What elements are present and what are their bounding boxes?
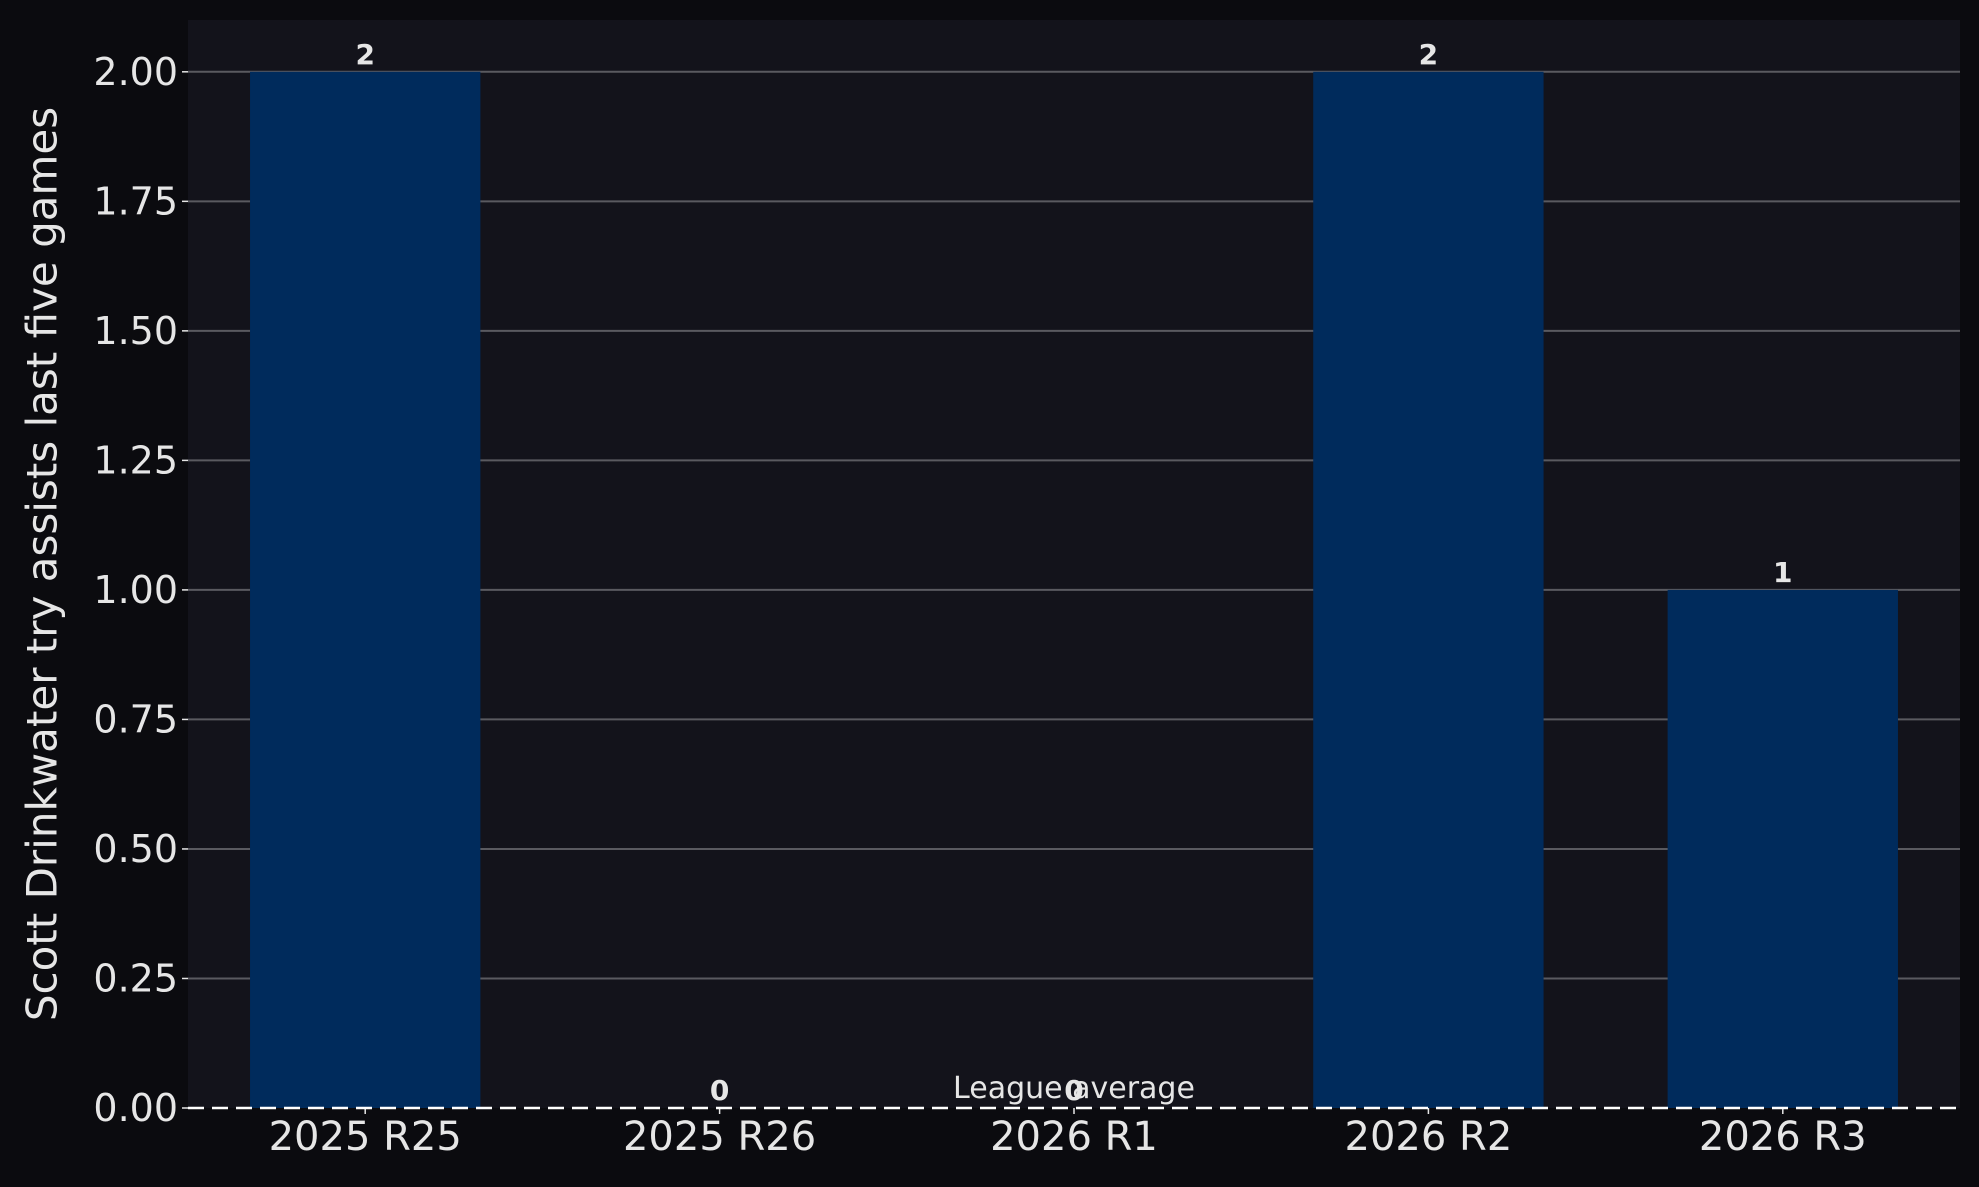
y-tick-label: 1.75 — [93, 179, 178, 223]
y-tick-label: 2.00 — [93, 50, 178, 94]
y-tick-label: 1.25 — [93, 438, 178, 482]
x-tick-label: 2025 R25 — [269, 1114, 462, 1160]
x-tick-label: 2026 R2 — [1345, 1114, 1513, 1160]
bar — [250, 71, 481, 1108]
y-axis-label: Scott Drinkwater try assists last five g… — [18, 107, 67, 1021]
bar — [1313, 71, 1544, 1108]
bar — [1667, 589, 1898, 1108]
bar-value-label: 2 — [1419, 38, 1438, 71]
y-tick-label: 0.00 — [93, 1086, 178, 1130]
y-tick-label: 0.25 — [93, 956, 178, 1000]
y-tick-label: 0.75 — [93, 697, 178, 741]
y-axis-ticks: 0.00 0.25 0.50 0.75 1.00 1.25 1.50 1.75 2.00 — [93, 50, 188, 1130]
bar-value-label: 2 — [355, 38, 374, 71]
bar-value-label: 0 — [710, 1074, 729, 1107]
x-tick-label: 2026 R3 — [1699, 1114, 1867, 1160]
x-tick-label: 2026 R1 — [990, 1114, 1158, 1160]
y-tick-label: 1.50 — [93, 309, 178, 353]
x-tick-label: 2025 R26 — [623, 1114, 816, 1160]
y-tick-label: 1.00 — [93, 568, 178, 612]
y-tick-label: 0.50 — [93, 827, 178, 871]
league-average-label: League average — [953, 1071, 1195, 1106]
bar-value-label: 1 — [1773, 556, 1792, 589]
bar-chart: 0.000.250.500.751.001.251.501.752.00 202… — [0, 0, 1979, 1183]
chart-container: 0.00 0.25 0.50 0.75 1.00 1.25 1.50 1.75 2.00 202… — [0, 0, 1979, 1183]
